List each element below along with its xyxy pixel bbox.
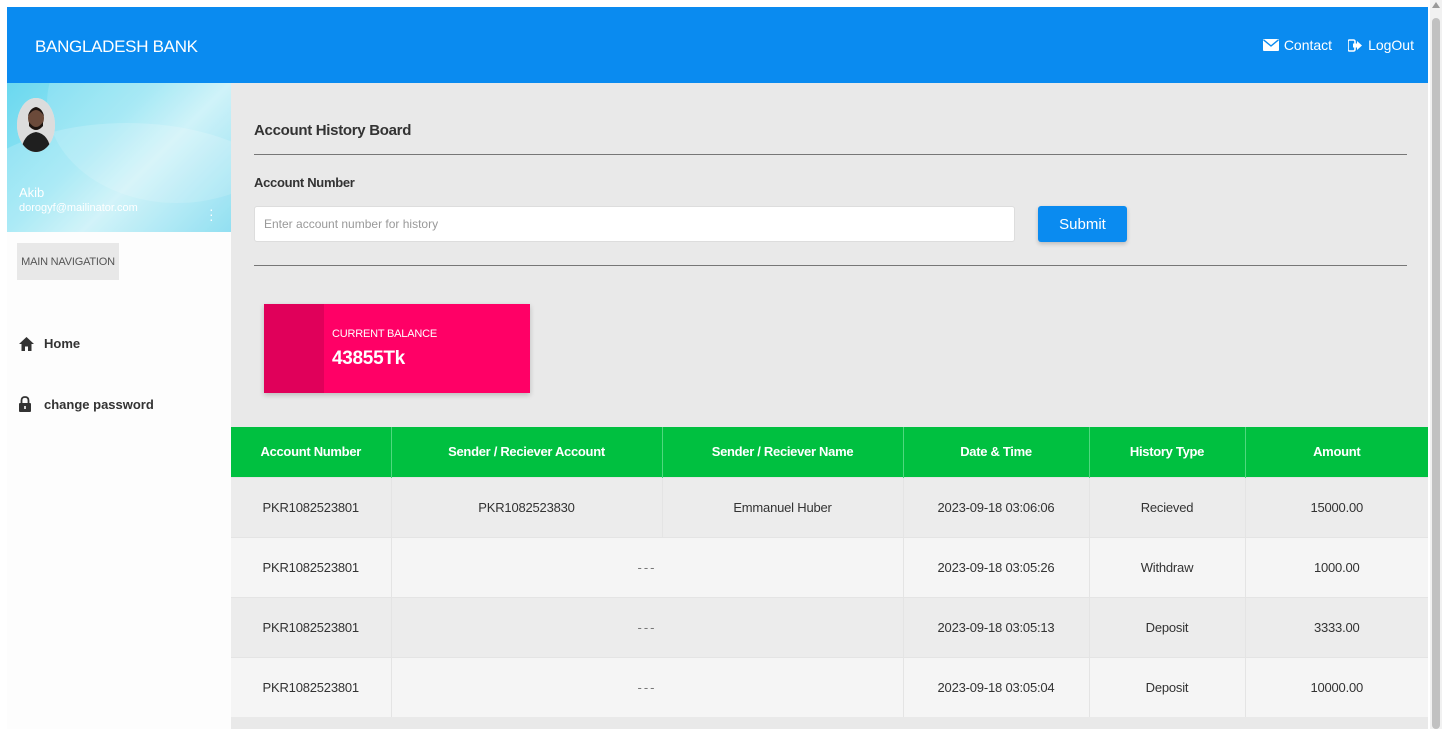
datetime-cell: 2023-09-18 03:05:26 [903,536,1090,597]
contact-link[interactable]: Contact [1262,37,1333,53]
logout-link[interactable]: LogOut [1348,37,1414,53]
sign-out-icon [1348,38,1363,52]
table-row: PKR1082523801 --- 2023-09-18 03:05:13 De… [231,596,1428,657]
balance-label: CURRENT BALANCE [332,328,437,340]
logout-label: LogOut [1368,37,1414,53]
amount-cell: 3333.00 [1245,596,1428,657]
current-balance-card: CURRENT BALANCE 43855Tk [264,304,530,393]
top-navbar: BANGLADESH BANK Contact LogOut [7,7,1428,83]
balance-icon-block [264,304,324,393]
divider [254,154,1407,155]
history-type-cell: Deposit [1089,656,1246,717]
sender-name-cell: Emmanuel Huber [662,476,904,537]
user-profile-panel: Akib dorogyf@mailinator.com · · · [7,83,231,232]
page-scrollbar[interactable] [1430,0,1442,729]
balance-value: 43855Tk [332,348,405,369]
user-name: Akib [19,185,45,200]
column-header[interactable]: Sender / Reciever Name [662,427,904,477]
sidebar-item-label: Home [44,336,81,351]
sender-placeholder-cell: --- [391,656,904,717]
divider [254,265,1407,266]
history-type-cell: Deposit [1089,596,1246,657]
sidebar-item-home[interactable]: Home [19,336,80,351]
amount-cell: 10000.00 [1245,656,1428,717]
home-icon [19,336,34,351]
lock-icon [19,396,31,412]
datetime-cell: 2023-09-18 03:06:06 [903,476,1090,537]
sender-placeholder-cell: --- [391,596,904,657]
history-type-cell: Recieved [1089,476,1246,537]
table-header-row: Account Number Sender / Reciever Account… [231,427,1428,477]
sidebar: Akib dorogyf@mailinator.com · · · MAIN NAV… [7,83,231,729]
table-row: PKR1082523801 --- 2023-09-18 03:05:04 De… [231,656,1428,717]
column-header[interactable]: Account Number [231,427,392,477]
sender-placeholder-cell: --- [391,536,904,597]
kebab-menu-icon[interactable]: · · · [209,202,214,226]
amount-cell: 1000.00 [1245,536,1428,597]
amount-cell: 15000.00 [1245,476,1428,537]
column-header[interactable]: History Type [1089,427,1246,477]
account-cell: PKR1082523801 [231,536,392,597]
contact-label: Contact [1283,37,1333,53]
page-title: Account History Board [254,122,412,139]
user-photo [17,98,55,152]
column-header[interactable]: Date & Time [903,427,1090,477]
table-row: PKR1082523801 PKR1082523830 Emmanuel Hub… [231,476,1428,537]
account-number-label: Account Number [254,175,355,190]
account-cell: PKR1082523801 [231,476,392,537]
scroll-up-arrow[interactable] [1432,2,1440,8]
account-number-input[interactable] [254,206,1015,242]
brand-title[interactable]: BANGLADESH BANK [35,37,198,57]
user-email: dorogyf@mailinator.com [19,202,138,214]
sidebar-item-label: change password [44,396,154,412]
scrollbar-thumb[interactable] [1432,18,1440,729]
column-header[interactable]: Sender / Reciever Account [391,427,663,477]
sidebar-item-change-password[interactable]: change password [19,396,154,412]
sender-account-cell: PKR1082523830 [391,476,663,537]
account-cell: PKR1082523801 [231,656,392,717]
table-row: PKR1082523801 --- 2023-09-18 03:05:26 Wi… [231,536,1428,597]
main-content: Account History Board Account Number Sub… [231,83,1428,729]
avatar[interactable] [17,98,55,152]
submit-button[interactable]: Submit [1038,206,1127,242]
datetime-cell: 2023-09-18 03:05:04 [903,656,1090,717]
account-cell: PKR1082523801 [231,596,392,657]
column-header[interactable]: Amount [1245,427,1428,477]
history-type-cell: Withdraw [1089,536,1246,597]
envelope-icon [1262,39,1279,51]
history-table: Account Number Sender / Reciever Account… [231,427,1428,717]
nav-header: MAIN NAVIGATION [17,243,119,280]
top-nav-links: Contact LogOut [1247,37,1414,53]
datetime-cell: 2023-09-18 03:05:13 [903,596,1090,657]
